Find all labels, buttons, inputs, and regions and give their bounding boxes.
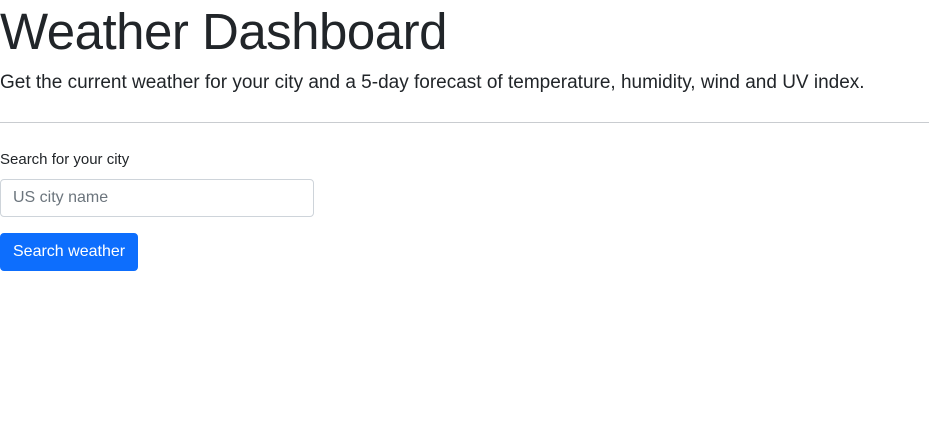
city-search-label: Search for your city [0,151,130,168]
search-weather-button[interactable]: Search weather [0,233,138,271]
page-title: Weather Dashboard [0,3,448,60]
page-subtitle: Get the current weather for your city an… [0,72,865,93]
city-search-input[interactable] [0,179,314,217]
header-divider [0,122,929,123]
weather-dashboard-page: Weather Dashboard Get the current weathe… [0,0,929,428]
